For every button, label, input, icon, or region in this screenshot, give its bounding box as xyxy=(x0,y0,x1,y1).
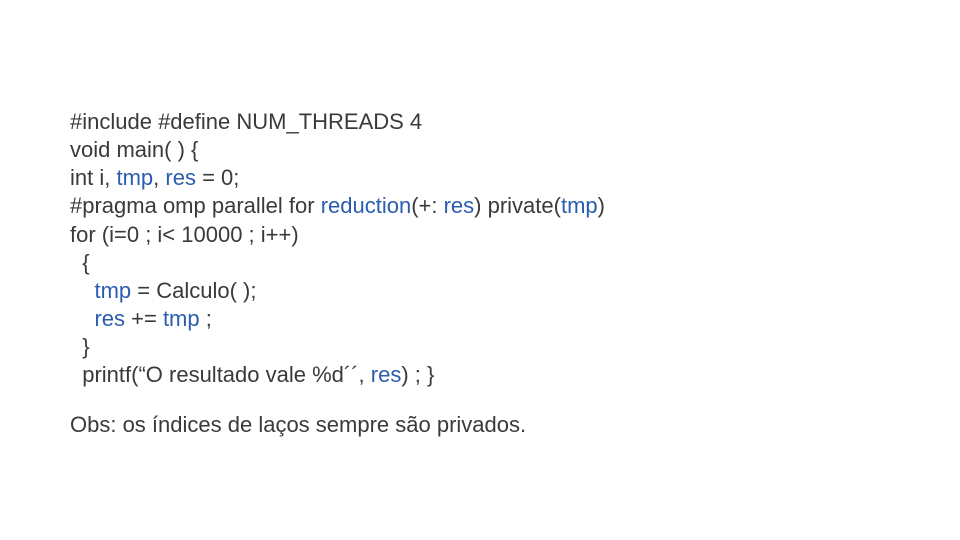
code-text: } xyxy=(70,334,90,359)
code-line-9: } xyxy=(70,333,960,361)
code-highlight-res: res xyxy=(94,306,125,331)
code-highlight-tmp: tmp xyxy=(116,165,153,190)
code-line-2: void main( ) { xyxy=(70,136,960,164)
code-line-1: #include #define NUM_THREADS 4 xyxy=(70,108,960,136)
code-highlight-tmp: tmp xyxy=(561,193,598,218)
code-highlight-reduction: reduction xyxy=(321,193,412,218)
code-text: printf(“O resultado vale %d´´, xyxy=(70,362,371,387)
code-text: ; xyxy=(200,306,212,331)
code-line-6: { xyxy=(70,249,960,277)
code-text xyxy=(70,278,94,303)
code-block: #include #define NUM_THREADS 4 void main… xyxy=(70,108,960,390)
code-text: ) xyxy=(598,193,605,218)
code-highlight-tmp: tmp xyxy=(163,306,200,331)
code-text: int i, xyxy=(70,165,116,190)
code-text: += xyxy=(125,306,163,331)
code-text: void main( ) { xyxy=(70,137,198,162)
code-text: { xyxy=(70,250,90,275)
code-text: ) private( xyxy=(474,193,561,218)
code-line-8: res += tmp ; xyxy=(70,305,960,333)
code-highlight-res: res xyxy=(371,362,402,387)
code-text: ) ; } xyxy=(401,362,434,387)
code-highlight-res: res xyxy=(444,193,475,218)
code-text: for (i=0 ; i< 10000 ; i++) xyxy=(70,222,299,247)
observation-note: Obs: os índices de laços sempre são priv… xyxy=(70,412,960,438)
code-line-7: tmp = Calculo( ); xyxy=(70,277,960,305)
code-text: (+: xyxy=(411,193,443,218)
code-line-4: #pragma omp parallel for reduction(+: re… xyxy=(70,192,960,220)
code-line-5: for (i=0 ; i< 10000 ; i++) xyxy=(70,221,960,249)
code-line-3: int i, tmp, res = 0; xyxy=(70,164,960,192)
slide: #include #define NUM_THREADS 4 void main… xyxy=(0,0,960,540)
code-text: = Calculo( ); xyxy=(131,278,256,303)
code-line-10: printf(“O resultado vale %d´´, res) ; } xyxy=(70,361,960,389)
code-text: = 0; xyxy=(196,165,239,190)
code-text: , xyxy=(153,165,165,190)
code-text xyxy=(70,306,94,331)
code-text: #include #define NUM_THREADS 4 xyxy=(70,109,422,134)
code-highlight-res: res xyxy=(165,165,196,190)
code-highlight-tmp: tmp xyxy=(94,278,131,303)
code-text: #pragma omp parallel for xyxy=(70,193,321,218)
